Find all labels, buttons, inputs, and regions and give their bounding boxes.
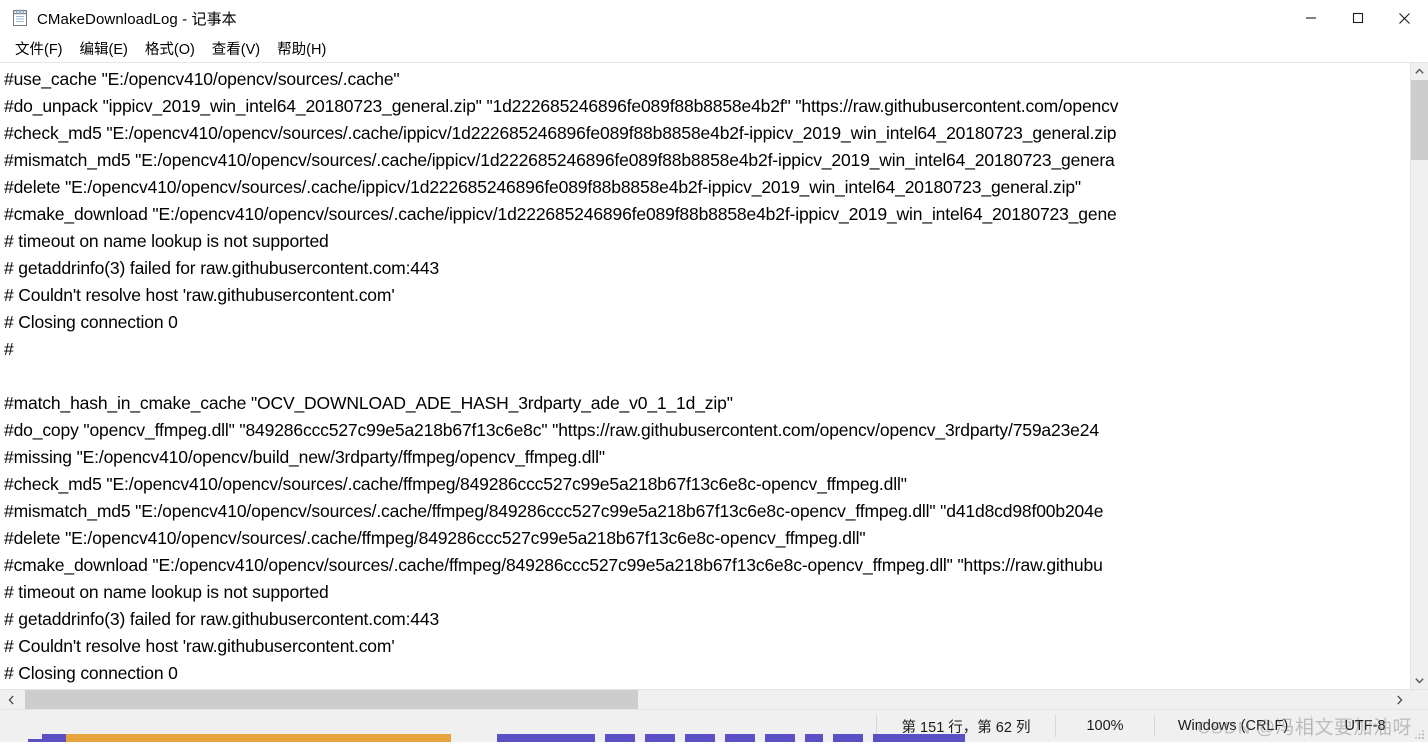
editor-line: #do_unpack "ippicv_2019_win_intel64_2018… <box>4 96 1119 116</box>
horizontal-scroll-track[interactable] <box>23 690 1388 709</box>
menu-file[interactable]: 文件(F) <box>8 36 70 62</box>
notepad-window: CMakeDownloadLog - 记事本 文件(F) 编辑(E) 格式(O)… <box>0 0 1428 742</box>
status-cursor-position: 第 151 行，第 62 列 <box>876 715 1055 737</box>
editor-line: #delete "E:/opencv410/opencv/sources/.ca… <box>4 528 866 548</box>
menu-view[interactable]: 查看(V) <box>205 36 267 62</box>
editor-line: #match_hash_in_cmake_cache "OCV_DOWNLOAD… <box>4 393 733 413</box>
editor-line: #cmake_download "E:/opencv410/opencv/sou… <box>4 555 1103 575</box>
editor-line: # getaddrinfo(3) failed for raw.githubus… <box>4 258 440 278</box>
menu-help[interactable]: 帮助(H) <box>270 36 333 62</box>
vertical-scroll-track[interactable] <box>1411 80 1428 672</box>
editor-line: #mismatch_md5 "E:/opencv410/opencv/sourc… <box>4 150 1115 170</box>
menu-edit[interactable]: 编辑(E) <box>73 36 135 62</box>
menu-view-label: 查看(V) <box>211 42 261 58</box>
editor-region: #use_cache "E:/opencv410/opencv/sources/… <box>0 62 1428 689</box>
status-encoding[interactable]: UTF-8 <box>1311 715 1428 737</box>
editor-line: # Closing connection 0 <box>4 663 178 683</box>
editor-line: # timeout on name lookup is not supporte… <box>4 582 329 602</box>
scroll-left-icon[interactable] <box>0 690 23 709</box>
text-editor[interactable]: #use_cache "E:/opencv410/opencv/sources/… <box>0 63 1410 689</box>
editor-line: # Closing connection 0 <box>4 312 178 332</box>
horizontal-scroll-thumb[interactable] <box>25 690 638 709</box>
menu-help-label: 帮助(H) <box>277 42 327 58</box>
scroll-up-icon[interactable] <box>1411 63 1428 80</box>
scrollbar-corner <box>1411 690 1428 709</box>
editor-line: #delete "E:/opencv410/opencv/sources/.ca… <box>4 177 1081 197</box>
menu-format-label: 格式(O) <box>144 42 195 58</box>
editor-line: # Couldn't resolve host 'raw.githubuserc… <box>4 285 395 305</box>
maximize-button[interactable] <box>1334 0 1381 36</box>
scroll-down-icon[interactable] <box>1411 672 1428 689</box>
menu-file-label: 文件(F) <box>15 42 63 58</box>
editor-line: # timeout on name lookup is not supporte… <box>4 231 329 251</box>
minimize-button[interactable] <box>1287 0 1334 36</box>
editor-line: #mismatch_md5 "E:/opencv410/opencv/sourc… <box>4 501 1104 521</box>
status-line-ending[interactable]: Windows (CRLF) <box>1154 715 1311 737</box>
editor-line: # getaddrinfo(3) failed for raw.githubus… <box>4 609 440 629</box>
horizontal-scrollbar[interactable] <box>0 689 1428 709</box>
editor-line: #check_md5 "E:/opencv410/opencv/sources/… <box>4 123 1117 143</box>
editor-line: #missing "E:/opencv410/opencv/build_new/… <box>4 447 605 467</box>
editor-line: #check_md5 "E:/opencv410/opencv/sources/… <box>4 474 907 494</box>
status-bar: 第 151 行，第 62 列 100% Windows (CRLF) UTF-8… <box>0 709 1428 742</box>
vertical-scrollbar[interactable] <box>1410 63 1428 689</box>
title-bar-left: CMakeDownloadLog - 记事本 <box>0 0 1287 36</box>
notepad-icon <box>11 9 29 27</box>
menu-edit-label: 编辑(E) <box>79 42 128 58</box>
editor-line: # <box>4 339 14 359</box>
scroll-right-icon[interactable] <box>1388 690 1411 709</box>
resize-grip-icon[interactable] <box>1413 727 1425 739</box>
menu-format[interactable]: 格式(O) <box>138 36 202 62</box>
editor-line: # Couldn't resolve host 'raw.githubuserc… <box>4 636 395 656</box>
menu-bar: 文件(F) 编辑(E) 格式(O) 查看(V) 帮助(H) <box>0 36 1428 62</box>
status-zoom-level[interactable]: 100% <box>1055 715 1154 737</box>
editor-line: #do_copy "opencv_ffmpeg.dll" "849286ccc5… <box>4 420 1099 440</box>
window-title: CMakeDownloadLog - 记事本 <box>37 10 237 28</box>
vertical-scroll-thumb[interactable] <box>1411 80 1428 160</box>
editor-line: #cmake_download "E:/opencv410/opencv/sou… <box>4 204 1117 224</box>
close-button[interactable] <box>1381 0 1428 36</box>
editor-line: #use_cache "E:/opencv410/opencv/sources/… <box>4 69 400 89</box>
title-bar[interactable]: CMakeDownloadLog - 记事本 <box>0 0 1428 36</box>
window-controls <box>1287 0 1428 36</box>
